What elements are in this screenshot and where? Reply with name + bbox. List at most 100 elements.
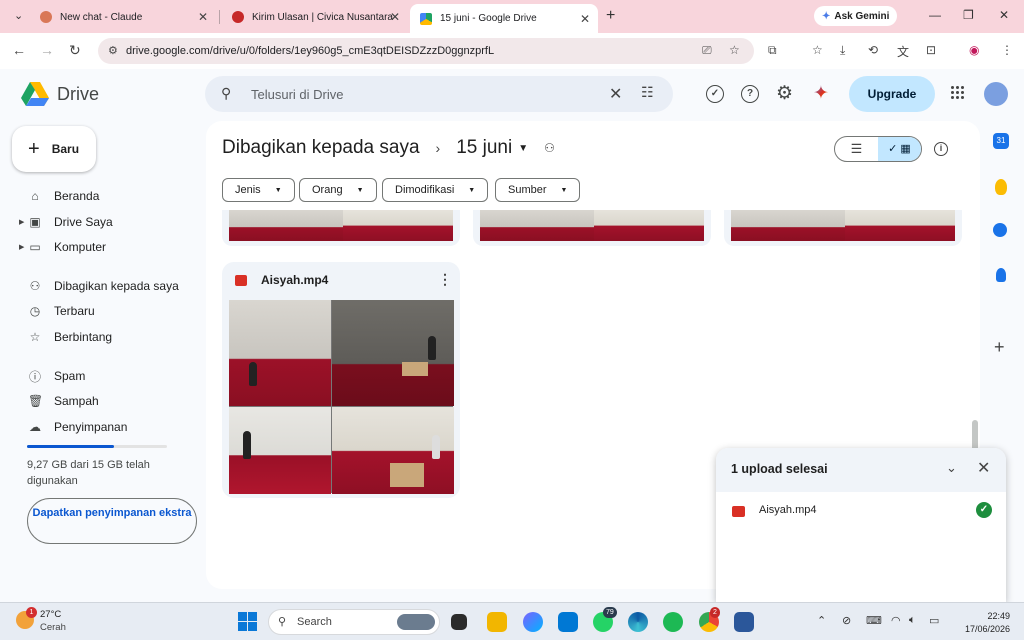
- sidebar-item-dibagikan[interactable]: ⚇ Dibagikan kepada saya: [0, 274, 200, 298]
- get-more-storage-button[interactable]: Dapatkan penyimpanan ekstra: [27, 498, 197, 544]
- upgrade-button[interactable]: Upgrade: [849, 76, 935, 112]
- close-window-icon[interactable]: ✕: [999, 8, 1009, 22]
- word-icon[interactable]: [734, 612, 754, 632]
- upload-file-name[interactable]: Aisyah.mp4: [759, 504, 816, 516]
- filter-chip-orang[interactable]: Orang ▼: [299, 178, 377, 202]
- new-tab-button[interactable]: +: [606, 7, 615, 25]
- translate-icon[interactable]: 文: [897, 43, 909, 60]
- filter-chip-jenis[interactable]: Jenis ▼: [222, 178, 295, 202]
- volume-icon[interactable]: 🔈︎: [909, 614, 916, 627]
- contacts-icon[interactable]: [996, 268, 1006, 282]
- close-tab-icon[interactable]: ✕: [580, 12, 590, 26]
- offline-ready-icon[interactable]: ✓: [706, 85, 724, 103]
- filter-chip-dimodifikasi[interactable]: Dimodifikasi ▼: [382, 178, 489, 202]
- breadcrumb-parent[interactable]: Dibagikan kepada saya: [222, 137, 420, 159]
- history-icon[interactable]: ⟲: [868, 43, 878, 57]
- drive-search-bar[interactable]: ⚲ Telusuri di Drive ✕ ☷: [205, 76, 673, 112]
- tab-search-icon[interactable]: ⌄: [14, 9, 23, 22]
- help-icon[interactable]: ?: [741, 85, 759, 103]
- tab-civica[interactable]: Kirim Ulasan | Civica Nusantara ✕: [222, 4, 408, 30]
- more-actions-icon[interactable]: ⋮: [438, 271, 452, 288]
- search-options-icon[interactable]: ☷: [641, 84, 654, 101]
- account-avatar[interactable]: [984, 82, 1008, 106]
- ask-gemini-button[interactable]: ✦ Ask Gemini: [814, 6, 898, 26]
- file-card-partial[interactable]: [222, 210, 460, 246]
- screenshot-icon[interactable]: ⊡: [926, 43, 936, 57]
- address-bar[interactable]: ⚙ drive.google.com/drive/u/0/folders/1ey…: [98, 38, 754, 64]
- sidebar-item-beranda[interactable]: ⌂ Beranda: [0, 184, 200, 208]
- breadcrumb-current[interactable]: 15 juni: [456, 137, 512, 159]
- minimize-icon[interactable]: —: [929, 8, 941, 22]
- collapse-chevron-icon[interactable]: ⌄: [946, 460, 957, 476]
- reload-icon[interactable]: ↻: [69, 42, 81, 59]
- filter-chip-sumber[interactable]: Sumber ▼: [495, 178, 581, 202]
- wifi-icon[interactable]: ◠: [891, 614, 901, 627]
- tasks-icon[interactable]: [993, 223, 1007, 237]
- battery-icon[interactable]: ▭: [929, 614, 939, 627]
- new-button[interactable]: + Baru: [12, 126, 96, 172]
- chevron-down-icon[interactable]: ▼: [518, 143, 528, 154]
- no-sync-icon[interactable]: ⊘: [842, 614, 851, 627]
- computer-icon: ▭: [29, 240, 41, 254]
- profile-icon[interactable]: ◉: [969, 43, 979, 57]
- system-clock[interactable]: 22:49 17/06/2026: [958, 610, 1010, 636]
- settings-gear-icon[interactable]: ⚙: [776, 82, 793, 105]
- weather-condition[interactable]: Cerah: [40, 622, 66, 633]
- site-info-icon[interactable]: ⚙: [108, 44, 118, 57]
- extensions-icon[interactable]: ⧉: [768, 43, 777, 58]
- sidebar-item-drive-saya[interactable]: ▶ ▣ Drive Saya: [0, 210, 200, 234]
- chevron-down-icon: ▼: [274, 186, 282, 194]
- download-icon[interactable]: ⤓: [840, 43, 845, 58]
- file-card-partial[interactable]: [724, 210, 962, 246]
- file-card-aisyah[interactable]: Aisyah.mp4 ⋮: [222, 262, 460, 498]
- calendar-icon[interactable]: 31: [993, 133, 1009, 149]
- file-explorer-icon[interactable]: [487, 612, 507, 632]
- close-tab-icon[interactable]: ✕: [198, 10, 208, 24]
- windows-start-icon[interactable]: [238, 612, 257, 631]
- shared-folder-icon[interactable]: ⚇: [544, 141, 555, 155]
- edge-icon[interactable]: [628, 612, 648, 632]
- sidebar-item-sampah[interactable]: 🗑︎ Sampah: [0, 389, 200, 413]
- microsoft-store-icon[interactable]: [558, 612, 578, 632]
- taskbar-search[interactable]: ⚲ Search: [268, 609, 440, 635]
- clear-search-icon[interactable]: ✕: [609, 84, 622, 104]
- back-arrow-icon[interactable]: ←: [12, 42, 26, 58]
- bookmark-star-icon[interactable]: ☆: [729, 43, 740, 57]
- file-card-partial[interactable]: [473, 210, 711, 246]
- sidebar-item-penyimpanan[interactable]: ☁ Penyimpanan: [0, 415, 200, 439]
- tab-claude[interactable]: New chat - Claude ✕: [30, 4, 216, 30]
- view-toggle: ☰ ✓ ▦: [834, 136, 922, 162]
- close-icon[interactable]: ✕: [977, 458, 990, 478]
- task-view-icon[interactable]: [451, 614, 467, 630]
- restore-icon[interactable]: ❐: [963, 8, 974, 22]
- search-input[interactable]: Telusuri di Drive: [251, 87, 343, 102]
- sidebar-item-berbintang[interactable]: ☆ Berbintang: [0, 325, 200, 349]
- bookmarks-icon[interactable]: ☆: [812, 43, 823, 57]
- show-hidden-icons-icon[interactable]: ⌃: [817, 614, 826, 627]
- tab-google-drive[interactable]: 15 juni - Google Drive ✕: [410, 4, 598, 33]
- info-icon[interactable]: i: [934, 142, 948, 156]
- keep-icon[interactable]: [995, 179, 1007, 195]
- copilot-icon[interactable]: [523, 612, 543, 632]
- weather-temperature[interactable]: 27°C: [40, 609, 61, 620]
- forward-arrow-icon[interactable]: →: [40, 42, 54, 58]
- thumbnail-quadrant: [229, 407, 331, 494]
- google-apps-icon[interactable]: [951, 86, 965, 100]
- gemini-sparkle-icon[interactable]: ✦: [813, 82, 829, 105]
- add-addon-icon[interactable]: +: [994, 337, 1005, 358]
- sidebar-item-spam[interactable]: ⓘ Spam: [0, 364, 200, 388]
- keyboard-icon[interactable]: ⌨: [866, 614, 882, 627]
- drive-logo[interactable]: Drive: [21, 82, 99, 106]
- expand-caret-icon[interactable]: ▶: [19, 218, 24, 226]
- expand-caret-icon[interactable]: ▶: [19, 243, 24, 251]
- upload-complete-check-icon: ✓: [976, 502, 992, 518]
- grid-view-button[interactable]: ✓ ▦: [878, 137, 921, 161]
- taskbar-search-label: Search: [297, 616, 332, 628]
- list-view-button[interactable]: ☰: [835, 137, 878, 161]
- spotify-icon[interactable]: [663, 612, 683, 632]
- close-tab-icon[interactable]: ✕: [390, 10, 400, 24]
- sidebar-item-komputer[interactable]: ▶ ▭ Komputer: [0, 235, 200, 259]
- sidebar-item-terbaru[interactable]: ◷ Terbaru: [0, 299, 200, 323]
- menu-kebab-icon[interactable]: ⋮: [1001, 43, 1013, 57]
- install-app-icon[interactable]: ⎚: [702, 43, 712, 58]
